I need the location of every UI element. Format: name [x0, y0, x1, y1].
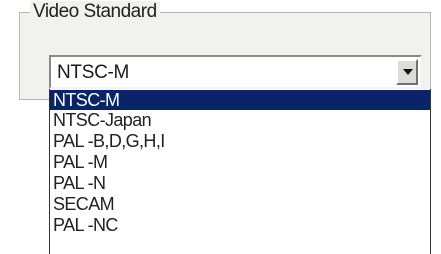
option-secam[interactable]: SECAM: [50, 194, 430, 214]
option-pal-bdghi[interactable]: PAL -B,D,G,H,I: [50, 131, 430, 151]
option-pal-n[interactable]: PAL -N: [50, 173, 430, 193]
dropdown-list[interactable]: NTSC-M NTSC-Japan PAL -B,D,G,H,I PAL -M …: [49, 89, 431, 254]
selected-value: NTSC-M: [57, 62, 130, 83]
dropdown-button[interactable]: [396, 59, 418, 85]
video-standard-panel: Video Standard NTSC-M NTSC-M NTSC-Japan …: [0, 0, 441, 254]
option-pal-nc[interactable]: PAL -NC: [50, 215, 430, 235]
option-pal-m[interactable]: PAL -M: [50, 152, 430, 172]
option-ntsc-m[interactable]: NTSC-M: [50, 90, 430, 110]
group-title: Video Standard: [30, 1, 160, 23]
option-ntsc-japan[interactable]: NTSC-Japan: [50, 110, 430, 130]
chevron-down-icon: [403, 69, 413, 75]
video-standard-select[interactable]: NTSC-M: [49, 55, 422, 89]
